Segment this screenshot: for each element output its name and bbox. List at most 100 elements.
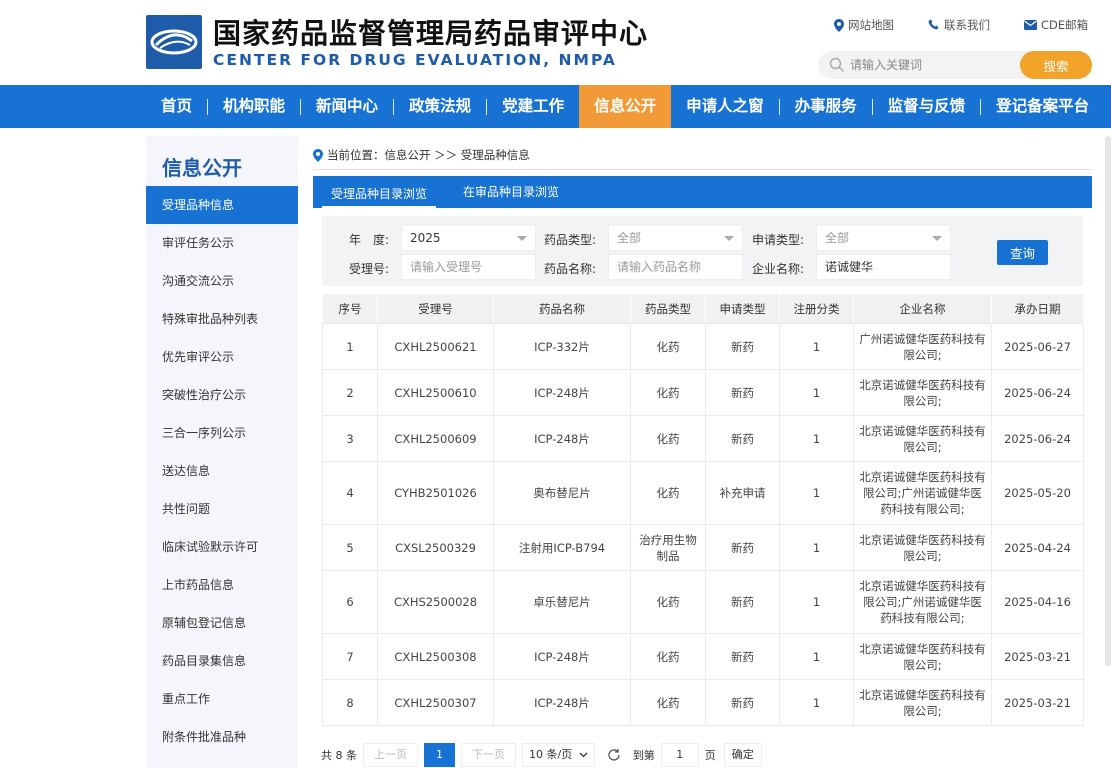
site-header: 国家药品监督管理局药品审评中心 CENTER FOR DRUG EVALUATI… bbox=[0, 0, 1111, 85]
table-row: 4 CYHB2501026 奥布替尼片 化药 补充申请 1 北京诺诚健华医药科技有限公司;广… bbox=[322, 461, 1084, 525]
nav-item-home[interactable]: 首页 bbox=[146, 85, 207, 128]
sidebar-item-delivery[interactable]: 送达信息 bbox=[146, 452, 298, 490]
chevron-down-icon bbox=[932, 236, 942, 241]
cell-date: 2025-05-20 bbox=[991, 461, 1084, 525]
cell-drug-name: ICP-248片 bbox=[493, 633, 631, 680]
page-scrollbar[interactable] bbox=[1105, 136, 1111, 666]
table-row: 2 CXHL2500610 ICP-248片 化药 新药 1 北京诺诚健华医药科技有限公司;… bbox=[322, 369, 1084, 416]
year-select[interactable]: 2025 bbox=[401, 225, 536, 251]
goto-confirm-button[interactable]: 确定 bbox=[723, 743, 762, 767]
cell-reg-class: 1 bbox=[779, 323, 854, 370]
breadcrumb-text: 当前位置：信息公开 ＞＞ 受理品种信息 bbox=[327, 148, 530, 162]
sidebar-item-common-issues[interactable]: 共性问题 bbox=[146, 490, 298, 528]
cell-drug-name: ICP-248片 bbox=[493, 679, 631, 726]
filter-panel: 年 度: 2025 药品类型: 全部 申请类型: 全部 受理号: 请输入受理号 … bbox=[322, 216, 1083, 286]
table-body: 1 CXHL2500621 ICP-332片 化药 新药 1 广州诺诚健华医药科技有限公司;… bbox=[322, 323, 1084, 726]
cell-drug-type: 化药 bbox=[630, 633, 706, 680]
company-input[interactable]: 诺诚健华 bbox=[816, 254, 951, 280]
chevron-down-icon bbox=[724, 236, 734, 241]
cell-drug-type: 化药 bbox=[630, 570, 706, 634]
cell-drug-name: 奥布替尼片 bbox=[493, 461, 631, 525]
sidebar-item-excipient[interactable]: 原辅包登记信息 bbox=[146, 604, 298, 642]
nav-item-services[interactable]: 办事服务 bbox=[780, 85, 872, 128]
contact-label: 联系我们 bbox=[944, 18, 990, 32]
cell-apply-type: 新药 bbox=[705, 633, 780, 680]
sidebar-item-special-approval[interactable]: 特殊审批品种列表 bbox=[146, 300, 298, 338]
chevron-down-icon bbox=[517, 236, 527, 241]
nav-item-functions[interactable]: 机构职能 bbox=[208, 85, 300, 128]
sidebar-item-review-tasks[interactable]: 审评任务公示 bbox=[146, 224, 298, 262]
nav-item-feedback[interactable]: 监督与反馈 bbox=[873, 85, 981, 128]
sitemap-link[interactable]: 网站地图 bbox=[834, 17, 894, 33]
table-row: 1 CXHL2500621 ICP-332片 化药 新药 1 广州诺诚健华医药科技有限公司;… bbox=[322, 323, 1084, 370]
nav-item-party[interactable]: 党建工作 bbox=[487, 85, 579, 128]
cell-date: 2025-06-24 bbox=[991, 415, 1084, 462]
apply-type-select[interactable]: 全部 bbox=[816, 225, 951, 251]
sidebar-title: 信息公开 bbox=[162, 156, 242, 180]
sidebar-item-marketed-drugs[interactable]: 上市药品信息 bbox=[146, 566, 298, 604]
goto-page-input[interactable]: 1 bbox=[660, 743, 699, 767]
sidebar-item-clinical-trial[interactable]: 临床试验默示许可 bbox=[146, 528, 298, 566]
tab-bar: 受理品种目录浏览 在审品种目录浏览 bbox=[313, 176, 1092, 208]
drug-type-select[interactable]: 全部 bbox=[608, 225, 743, 251]
cell-reg-class: 1 bbox=[779, 570, 854, 634]
search-input[interactable] bbox=[850, 55, 1010, 75]
cell-company: 北京诺诚健华医药科技有限公司; bbox=[853, 415, 992, 462]
site-subtitle: CENTER FOR DRUG EVALUATION, NMPA bbox=[213, 51, 617, 69]
cell-accept-no: CXHL2500609 bbox=[377, 415, 494, 462]
cell-accept-no: CXSL2500329 bbox=[377, 524, 494, 571]
query-button[interactable]: 查询 bbox=[997, 240, 1048, 265]
email-label: CDE邮箱 bbox=[1041, 18, 1089, 32]
cell-index: 7 bbox=[322, 633, 378, 680]
cell-drug-name: ICP-248片 bbox=[493, 415, 631, 462]
sidebar-item-accepted[interactable]: 受理品种信息 bbox=[146, 186, 298, 224]
sidebar-item-communication[interactable]: 沟通交流公示 bbox=[146, 262, 298, 300]
cell-apply-type: 补充申请 bbox=[705, 461, 780, 525]
apply-type-label: 申请类型: bbox=[752, 233, 805, 247]
nav-item-policy[interactable]: 政策法规 bbox=[394, 85, 486, 128]
results-table: 序号 受理号 药品名称 药品类型 申请类型 注册分类 企业名称 承办日期 1 CX… bbox=[322, 293, 1084, 726]
cell-drug-type: 化药 bbox=[630, 415, 706, 462]
current-page[interactable]: 1 bbox=[424, 743, 455, 767]
chevron-down-icon bbox=[579, 752, 588, 758]
next-page-button[interactable]: 下一页 bbox=[461, 743, 516, 767]
cell-index: 1 bbox=[322, 323, 378, 370]
nav-item-news[interactable]: 新闻中心 bbox=[301, 85, 393, 128]
drug-name-input[interactable]: 请输入药品名称 bbox=[608, 254, 743, 280]
cell-index: 5 bbox=[322, 524, 378, 571]
sidebar-item-key-work[interactable]: 重点工作 bbox=[146, 680, 298, 718]
sidebar-item-catalog[interactable]: 药品目录集信息 bbox=[146, 642, 298, 680]
cell-apply-type: 新药 bbox=[705, 679, 780, 726]
accept-no-input[interactable]: 请输入受理号 bbox=[401, 254, 536, 280]
refresh-icon[interactable] bbox=[607, 748, 621, 762]
cell-drug-type: 治疗用生物制品 bbox=[630, 524, 706, 571]
contact-link[interactable]: 联系我们 bbox=[928, 17, 990, 33]
prev-page-button[interactable]: 上一页 bbox=[363, 743, 418, 767]
page-size-select[interactable]: 10 条/页 bbox=[522, 743, 595, 767]
cell-accept-no: CYHB2501026 bbox=[377, 461, 494, 525]
drug-type-value: 全部 bbox=[617, 231, 642, 245]
nav-item-registration[interactable]: 登记备案平台 bbox=[981, 85, 1104, 128]
location-pin-icon bbox=[834, 18, 844, 32]
sidebar-item-breakthrough[interactable]: 突破性治疗公示 bbox=[146, 376, 298, 414]
search-button[interactable]: 搜索 bbox=[1020, 51, 1092, 79]
table-row: 7 CXHL2500308 ICP-248片 化药 新药 1 北京诺诚健华医药科技有限公司;… bbox=[322, 633, 1084, 680]
nav-item-info-public[interactable]: 信息公开 bbox=[579, 85, 672, 128]
email-link[interactable]: CDE邮箱 bbox=[1024, 17, 1088, 33]
cell-reg-class: 1 bbox=[779, 369, 854, 416]
sidebar-item-priority-review[interactable]: 优先审评公示 bbox=[146, 338, 298, 376]
cell-reg-class: 1 bbox=[779, 415, 854, 462]
site-logo[interactable] bbox=[146, 15, 202, 69]
cell-drug-name: 注射用ICP-B794 bbox=[493, 524, 631, 571]
company-label: 企业名称: bbox=[752, 262, 805, 276]
sidebar-item-conditional[interactable]: 附条件批准品种 bbox=[146, 718, 298, 756]
site-search: 搜索 bbox=[818, 51, 1092, 79]
search-icon bbox=[829, 57, 845, 73]
tab-accepted-catalog[interactable]: 受理品种目录浏览 bbox=[322, 181, 436, 208]
tab-in-review-catalog[interactable]: 在审品种目录浏览 bbox=[463, 176, 559, 208]
cell-company: 北京诺诚健华医药科技有限公司;广州诺诚健华医药科技有限公司; bbox=[853, 570, 992, 634]
sidebar-item-three-in-one[interactable]: 三合一序列公示 bbox=[146, 414, 298, 452]
cell-index: 4 bbox=[322, 461, 378, 525]
cell-date: 2025-03-21 bbox=[991, 633, 1084, 680]
nav-item-applicant[interactable]: 申请人之窗 bbox=[671, 85, 779, 128]
